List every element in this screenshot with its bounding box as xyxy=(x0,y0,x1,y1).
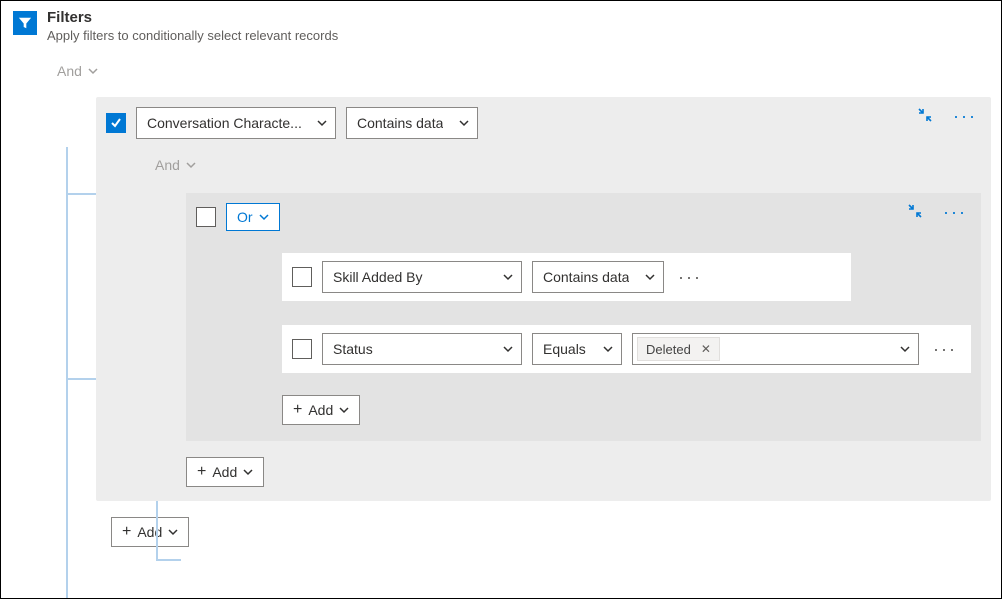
row1-checkbox[interactable] xyxy=(292,267,312,287)
group1-field-label: Conversation Characte... xyxy=(147,115,302,131)
row1-condition-select[interactable]: Contains data xyxy=(532,261,664,293)
add-button[interactable]: + Add xyxy=(282,395,360,425)
plus-icon: + xyxy=(197,464,206,480)
add-label: Add xyxy=(308,402,333,418)
group1-checkbox[interactable] xyxy=(106,113,126,133)
more-icon[interactable]: ··· xyxy=(949,103,981,129)
value-tag: Deleted ✕ xyxy=(637,337,720,361)
add-button[interactable]: + Add xyxy=(111,517,189,547)
close-icon[interactable]: ✕ xyxy=(701,342,711,356)
row1-field-select[interactable]: Skill Added By xyxy=(322,261,522,293)
chevron-down-icon xyxy=(603,344,613,354)
chevron-down-icon xyxy=(645,272,655,282)
chevron-down-icon xyxy=(339,405,349,415)
chevron-down-icon xyxy=(503,344,513,354)
root-logic-label: And xyxy=(57,63,82,79)
chevron-down-icon xyxy=(243,467,253,477)
row2-value-select[interactable]: Deleted ✕ xyxy=(632,333,919,365)
chevron-down-icon xyxy=(88,66,98,76)
chevron-down-icon xyxy=(317,118,327,128)
chevron-down-icon xyxy=(503,272,513,282)
add-button[interactable]: + Add xyxy=(186,457,264,487)
chevron-down-icon xyxy=(168,527,178,537)
page-title: Filters xyxy=(47,9,338,26)
chevron-down-icon xyxy=(186,160,196,170)
add-label: Add xyxy=(212,464,237,480)
chevron-down-icon xyxy=(459,118,469,128)
more-icon[interactable]: ··· xyxy=(929,335,961,364)
row1-field-label: Skill Added By xyxy=(333,269,423,285)
group1-inner-logic-label: And xyxy=(155,157,180,173)
chevron-down-icon xyxy=(900,344,910,354)
group1-condition-select[interactable]: Contains data xyxy=(346,107,478,139)
group1-field-select[interactable]: Conversation Characte... xyxy=(136,107,336,139)
group1-condition-label: Contains data xyxy=(357,115,443,131)
row2-field-select[interactable]: Status xyxy=(322,333,522,365)
group2-logic-label: Or xyxy=(237,209,253,225)
filters-icon xyxy=(13,11,37,35)
collapse-icon[interactable] xyxy=(917,107,933,126)
chevron-down-icon xyxy=(259,212,269,222)
plus-icon: + xyxy=(122,524,131,540)
row2-field-label: Status xyxy=(333,341,373,357)
row2-condition-select[interactable]: Equals xyxy=(532,333,622,365)
value-tag-label: Deleted xyxy=(646,342,691,357)
add-label: Add xyxy=(137,524,162,540)
group2-checkbox[interactable] xyxy=(196,207,216,227)
row2-checkbox[interactable] xyxy=(292,339,312,359)
more-icon[interactable]: ··· xyxy=(939,199,971,225)
row1-condition-label: Contains data xyxy=(543,269,629,285)
group1-inner-logic-selector[interactable]: And xyxy=(144,151,207,179)
root-logic-selector[interactable]: And xyxy=(46,57,109,85)
group2-logic-selector[interactable]: Or xyxy=(226,203,280,231)
plus-icon: + xyxy=(293,402,302,418)
page-subtitle: Apply filters to conditionally select re… xyxy=(47,28,338,43)
row2-condition-label: Equals xyxy=(543,341,586,357)
collapse-icon[interactable] xyxy=(907,203,923,222)
more-icon[interactable]: ··· xyxy=(674,263,706,292)
